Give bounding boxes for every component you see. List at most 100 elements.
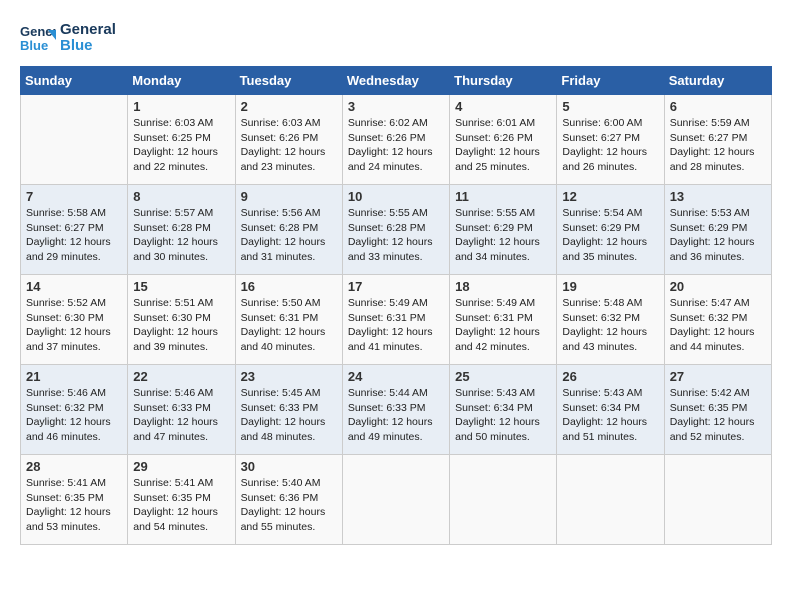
column-header-saturday: Saturday: [664, 67, 771, 95]
cell-content: Sunrise: 6:00 AM Sunset: 6:27 PM Dayligh…: [562, 116, 658, 175]
cell-content: Sunrise: 6:03 AM Sunset: 6:26 PM Dayligh…: [241, 116, 337, 175]
day-number: 1: [133, 99, 229, 114]
day-number: 23: [241, 369, 337, 384]
cell-content: Sunrise: 5:52 AM Sunset: 6:30 PM Dayligh…: [26, 296, 122, 355]
calendar-cell: [342, 455, 449, 545]
logo-text-blue: Blue: [60, 38, 116, 55]
logo: General Blue General Blue: [20, 20, 116, 56]
day-number: 12: [562, 189, 658, 204]
day-number: 2: [241, 99, 337, 114]
week-row-2: 7 Sunrise: 5:58 AM Sunset: 6:27 PM Daylig…: [21, 185, 772, 275]
cell-content: Sunrise: 5:56 AM Sunset: 6:28 PM Dayligh…: [241, 206, 337, 265]
day-number: 30: [241, 459, 337, 474]
day-number: 14: [26, 279, 122, 294]
day-number: 28: [26, 459, 122, 474]
calendar-cell: 28 Sunrise: 5:41 AM Sunset: 6:35 PM Dayli…: [21, 455, 128, 545]
calendar-cell: 18 Sunrise: 5:49 AM Sunset: 6:31 PM Dayli…: [450, 275, 557, 365]
day-number: 10: [348, 189, 444, 204]
cell-content: Sunrise: 5:46 AM Sunset: 6:32 PM Dayligh…: [26, 386, 122, 445]
day-number: 21: [26, 369, 122, 384]
day-number: 11: [455, 189, 551, 204]
cell-content: Sunrise: 5:42 AM Sunset: 6:35 PM Dayligh…: [670, 386, 766, 445]
calendar-cell: 22 Sunrise: 5:46 AM Sunset: 6:33 PM Dayli…: [128, 365, 235, 455]
day-number: 22: [133, 369, 229, 384]
week-row-4: 21 Sunrise: 5:46 AM Sunset: 6:32 PM Dayli…: [21, 365, 772, 455]
week-row-1: 1 Sunrise: 6:03 AM Sunset: 6:25 PM Daylig…: [21, 95, 772, 185]
cell-content: Sunrise: 5:59 AM Sunset: 6:27 PM Dayligh…: [670, 116, 766, 175]
svg-text:Blue: Blue: [20, 38, 48, 53]
calendar-cell: 27 Sunrise: 5:42 AM Sunset: 6:35 PM Dayli…: [664, 365, 771, 455]
calendar-cell: 8 Sunrise: 5:57 AM Sunset: 6:28 PM Daylig…: [128, 185, 235, 275]
cell-content: Sunrise: 5:53 AM Sunset: 6:29 PM Dayligh…: [670, 206, 766, 265]
calendar-cell: [450, 455, 557, 545]
calendar-cell: 5 Sunrise: 6:00 AM Sunset: 6:27 PM Daylig…: [557, 95, 664, 185]
cell-content: Sunrise: 6:03 AM Sunset: 6:25 PM Dayligh…: [133, 116, 229, 175]
day-number: 15: [133, 279, 229, 294]
cell-content: Sunrise: 5:46 AM Sunset: 6:33 PM Dayligh…: [133, 386, 229, 445]
cell-content: Sunrise: 5:45 AM Sunset: 6:33 PM Dayligh…: [241, 386, 337, 445]
calendar-table: SundayMondayTuesdayWednesdayThursdayFrid…: [20, 66, 772, 545]
cell-content: Sunrise: 5:48 AM Sunset: 6:32 PM Dayligh…: [562, 296, 658, 355]
cell-content: Sunrise: 5:51 AM Sunset: 6:30 PM Dayligh…: [133, 296, 229, 355]
day-number: 17: [348, 279, 444, 294]
day-number: 20: [670, 279, 766, 294]
calendar-cell: [21, 95, 128, 185]
day-number: 16: [241, 279, 337, 294]
calendar-cell: 1 Sunrise: 6:03 AM Sunset: 6:25 PM Daylig…: [128, 95, 235, 185]
day-number: 9: [241, 189, 337, 204]
column-header-thursday: Thursday: [450, 67, 557, 95]
calendar-header-row: SundayMondayTuesdayWednesdayThursdayFrid…: [21, 67, 772, 95]
day-number: 13: [670, 189, 766, 204]
calendar-cell: 24Sunrise: 5:44 AM Sunset: 6:33 PM Dayli…: [342, 365, 449, 455]
column-header-friday: Friday: [557, 67, 664, 95]
cell-content: Sunrise: 5:50 AM Sunset: 6:31 PM Dayligh…: [241, 296, 337, 355]
day-number: 26: [562, 369, 658, 384]
calendar-cell: 14 Sunrise: 5:52 AM Sunset: 6:30 PM Dayli…: [21, 275, 128, 365]
calendar-cell: [557, 455, 664, 545]
calendar-cell: 7 Sunrise: 5:58 AM Sunset: 6:27 PM Daylig…: [21, 185, 128, 275]
calendar-cell: 15 Sunrise: 5:51 AM Sunset: 6:30 PM Dayli…: [128, 275, 235, 365]
cell-content: Sunrise: 5:49 AM Sunset: 6:31 PM Dayligh…: [455, 296, 551, 355]
cell-content: Sunrise: 5:57 AM Sunset: 6:28 PM Dayligh…: [133, 206, 229, 265]
cell-content: Sunrise: 5:55 AM Sunset: 6:29 PM Dayligh…: [455, 206, 551, 265]
day-number: 7: [26, 189, 122, 204]
cell-content: Sunrise: 5:44 AM Sunset: 6:33 PM Dayligh…: [348, 386, 444, 445]
day-number: 18: [455, 279, 551, 294]
calendar-cell: 29 Sunrise: 5:41 AM Sunset: 6:35 PM Dayli…: [128, 455, 235, 545]
cell-content: Sunrise: 5:43 AM Sunset: 6:34 PM Dayligh…: [455, 386, 551, 445]
logo-text-general: General: [60, 22, 116, 39]
column-header-tuesday: Tuesday: [235, 67, 342, 95]
week-row-5: 28 Sunrise: 5:41 AM Sunset: 6:35 PM Dayli…: [21, 455, 772, 545]
calendar-cell: 13 Sunrise: 5:53 AM Sunset: 6:29 PM Dayli…: [664, 185, 771, 275]
calendar-cell: 19 Sunrise: 5:48 AM Sunset: 6:32 PM Dayli…: [557, 275, 664, 365]
calendar-cell: 11 Sunrise: 5:55 AM Sunset: 6:29 PM Dayli…: [450, 185, 557, 275]
calendar-cell: 21 Sunrise: 5:46 AM Sunset: 6:32 PM Dayli…: [21, 365, 128, 455]
cell-content: Sunrise: 5:41 AM Sunset: 6:35 PM Dayligh…: [26, 476, 122, 535]
calendar-cell: 17 Sunrise: 5:49 AM Sunset: 6:31 PM Dayli…: [342, 275, 449, 365]
day-number: 29: [133, 459, 229, 474]
day-number: 19: [562, 279, 658, 294]
calendar-cell: 23 Sunrise: 5:45 AM Sunset: 6:33 PM Dayli…: [235, 365, 342, 455]
day-number: 8: [133, 189, 229, 204]
page-header: General Blue General Blue: [20, 20, 772, 56]
cell-content: Sunrise: 5:41 AM Sunset: 6:35 PM Dayligh…: [133, 476, 229, 535]
calendar-cell: 12 Sunrise: 5:54 AM Sunset: 6:29 PM Dayli…: [557, 185, 664, 275]
day-number: 6: [670, 99, 766, 114]
day-number: 3: [348, 99, 444, 114]
column-header-sunday: Sunday: [21, 67, 128, 95]
logo-icon: General Blue: [20, 20, 56, 56]
calendar-cell: 16 Sunrise: 5:50 AM Sunset: 6:31 PM Dayli…: [235, 275, 342, 365]
column-header-monday: Monday: [128, 67, 235, 95]
cell-content: Sunrise: 5:54 AM Sunset: 6:29 PM Dayligh…: [562, 206, 658, 265]
cell-content: Sunrise: 6:01 AM Sunset: 6:26 PM Dayligh…: [455, 116, 551, 175]
cell-content: Sunrise: 5:49 AM Sunset: 6:31 PM Dayligh…: [348, 296, 444, 355]
cell-content: Sunrise: 5:43 AM Sunset: 6:34 PM Dayligh…: [562, 386, 658, 445]
day-number: 5: [562, 99, 658, 114]
calendar-cell: 25Sunrise: 5:43 AM Sunset: 6:34 PM Dayli…: [450, 365, 557, 455]
calendar-cell: 26 Sunrise: 5:43 AM Sunset: 6:34 PM Dayli…: [557, 365, 664, 455]
calendar-cell: 2 Sunrise: 6:03 AM Sunset: 6:26 PM Daylig…: [235, 95, 342, 185]
day-number: 27: [670, 369, 766, 384]
cell-content: Sunrise: 5:55 AM Sunset: 6:28 PM Dayligh…: [348, 206, 444, 265]
calendar-cell: [664, 455, 771, 545]
cell-content: Sunrise: 5:58 AM Sunset: 6:27 PM Dayligh…: [26, 206, 122, 265]
